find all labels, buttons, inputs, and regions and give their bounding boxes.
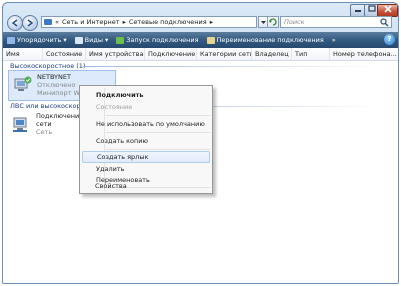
forward-arrow-icon	[27, 19, 34, 27]
menu-item-connect[interactable]: Подключить	[82, 89, 210, 101]
start-connection-label: Запуск подключения	[126, 36, 199, 44]
breadcrumb-separator-end[interactable]: ▸	[210, 18, 213, 26]
folder-icon	[44, 19, 52, 25]
rename-connection-button[interactable]: Переименование подключения	[203, 33, 328, 47]
toolbar-more-label: »	[331, 36, 336, 44]
column-header-category[interactable]: Категории сети	[197, 48, 252, 60]
refresh-icon	[269, 18, 277, 26]
column-headers: Имя Состояние Имя устройства Подключение…	[3, 48, 398, 61]
column-header-phone[interactable]: Номер телефона...	[330, 48, 398, 60]
organize-label: Упорядочить	[17, 36, 62, 44]
toolbar-more-button[interactable]: »	[328, 33, 340, 47]
back-button[interactable]	[7, 15, 23, 31]
command-bar: Упорядочить ▾ Виды ▾ Запуск подключения …	[3, 32, 398, 48]
views-label: Виды	[84, 36, 103, 44]
menu-separator	[106, 132, 210, 133]
menu-item-copy[interactable]: Создать копию	[82, 135, 210, 147]
search-placeholder: Поиск	[284, 18, 305, 26]
organize-button[interactable]: Упорядочить ▾	[3, 33, 71, 47]
start-connection-button[interactable]: Запуск подключения	[112, 33, 202, 47]
connect-icon	[116, 36, 125, 44]
column-header-status[interactable]: Состояние	[43, 48, 86, 60]
views-icon	[74, 36, 83, 44]
column-header-connection[interactable]: Подключение	[145, 48, 197, 60]
help-icon[interactable]: ?	[384, 34, 395, 45]
chevron-down-icon: ▾	[63, 36, 67, 44]
column-header-owner[interactable]: Владелец	[252, 48, 292, 60]
context-menu: Подключить Состояние Не использовать по …	[79, 85, 213, 194]
back-arrow-icon	[11, 19, 18, 27]
column-header-device[interactable]: Имя устройства	[86, 48, 145, 60]
menu-item-properties[interactable]: Свойства	[81, 180, 209, 192]
breadcrumb-network[interactable]: Сеть и Интернет	[62, 18, 120, 26]
forward-button[interactable]	[22, 15, 38, 31]
menu-separator	[106, 115, 210, 116]
search-icon[interactable]	[380, 18, 389, 27]
views-button[interactable]: Виды ▾	[71, 33, 113, 47]
network-connection-icon	[14, 76, 32, 91]
menu-item-status[interactable]: Состояние	[82, 101, 210, 113]
address-bar[interactable]: « Сеть и Интернет ▸ Сетевые подключения …	[41, 16, 257, 28]
menu-item-shortcut[interactable]: Создать ярлык	[82, 151, 210, 163]
menu-separator	[106, 149, 210, 150]
breadcrumb-connections[interactable]: Сетевые подключения	[129, 18, 207, 26]
breadcrumb-separator[interactable]: ▸	[123, 18, 126, 26]
search-input[interactable]: Поиск	[280, 16, 392, 28]
menu-item-default[interactable]: Не использовать по умолчанию	[82, 118, 210, 130]
network-connection-icon	[13, 117, 27, 132]
group-divider	[83, 66, 383, 67]
rename-connection-label: Переименование подключения	[216, 36, 324, 44]
rename-icon	[206, 36, 215, 44]
chevron-down-icon: ▾	[104, 36, 109, 44]
column-header-type[interactable]: Тип	[292, 48, 330, 60]
connection-name: NETBYNET	[37, 73, 71, 81]
group-header-highspeed[interactable]: Высокоскоростное (1)	[10, 62, 85, 70]
column-header-name[interactable]: Имя	[3, 48, 43, 60]
address-overflow[interactable]: «	[55, 18, 59, 26]
refresh-button[interactable]	[267, 16, 279, 28]
organize-icon	[7, 36, 15, 44]
